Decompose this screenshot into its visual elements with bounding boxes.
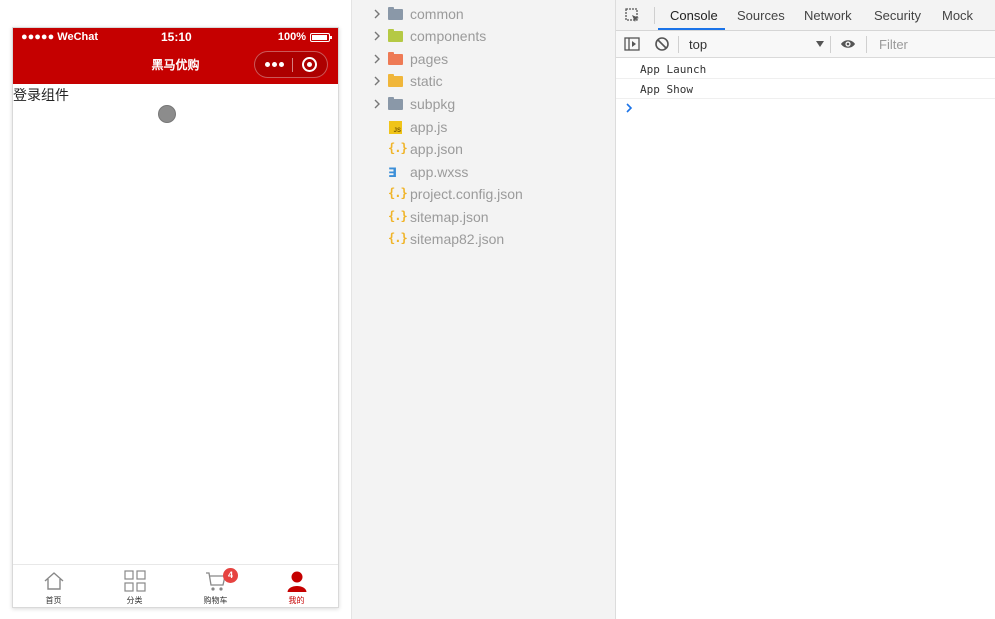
capsule-divider — [292, 58, 293, 72]
tab-cart[interactable]: 4 购物车 — [175, 565, 256, 607]
chevron-right-icon — [374, 9, 380, 19]
phone-frame: ●●●●● WeChat 15:10 100% 黑马优购 登录组件 首页 分类 … — [12, 27, 339, 608]
json-file-icon: {.} — [388, 231, 408, 245]
clear-console-icon[interactable] — [654, 36, 670, 52]
tree-item-label: sitemap82.json — [410, 231, 505, 247]
execution-context-select[interactable]: top — [684, 35, 826, 54]
console-message: App Launch — [616, 59, 995, 79]
components-folder-icon — [388, 29, 404, 43]
tree-item-label: components — [410, 28, 487, 44]
grid-icon — [124, 570, 146, 592]
tree-item-label: project.config.json — [410, 186, 523, 202]
tree-item-label: app.wxss — [410, 164, 469, 180]
status-bar: ●●●●● WeChat 15:10 100% — [13, 28, 338, 46]
console-message-text: App Launch — [640, 63, 707, 76]
close-target-icon[interactable] — [302, 57, 317, 72]
tab-label-my: 我的 — [288, 596, 305, 605]
dropdown-caret-icon — [816, 41, 824, 47]
tree-item-label: sitemap.json — [410, 209, 489, 225]
tab-sources[interactable]: Sources — [737, 8, 785, 23]
static-folder-icon — [388, 74, 404, 88]
tab-category[interactable]: 分类 — [94, 565, 175, 607]
chevron-right-icon — [374, 31, 380, 41]
tree-file-sitemap[interactable]: {.} sitemap.json — [352, 206, 615, 228]
pages-folder-icon — [388, 52, 404, 66]
tree-file-app-wxss[interactable]: ∃ app.wxss — [352, 161, 615, 183]
eye-icon[interactable] — [840, 36, 856, 52]
tab-my[interactable]: 我的 — [256, 565, 337, 607]
tree-file-sitemap82[interactable]: {.} sitemap82.json — [352, 228, 615, 250]
tab-bar: 首页 分类 4 购物车 我的 — [13, 564, 338, 607]
js-file-icon: JS — [388, 120, 404, 134]
file-explorer: common components pages static subpkg JS… — [351, 0, 615, 619]
tab-label-category: 分类 — [126, 596, 143, 605]
folder-icon — [388, 97, 404, 111]
tab-label-home: 首页 — [45, 596, 62, 605]
cart-badge: 4 — [223, 568, 238, 583]
tab-home[interactable]: 首页 — [13, 565, 94, 607]
tab-mock[interactable]: Mock — [942, 8, 973, 23]
tree-file-project-config[interactable]: {.} project.config.json — [352, 183, 615, 205]
tree-file-app-json[interactable]: {.} app.json — [352, 138, 615, 160]
json-file-icon: {.} — [388, 209, 408, 223]
active-tab-indicator — [658, 28, 725, 30]
tree-item-label: common — [410, 6, 464, 22]
tree-folder-pages[interactable]: pages — [352, 48, 615, 70]
battery-icon — [310, 33, 332, 42]
home-icon — [44, 572, 64, 590]
devtools-panel: Console Sources Network Security Mock to… — [615, 0, 995, 619]
context-value: top — [689, 37, 708, 52]
capsule-menu — [254, 51, 328, 78]
toolbar-divider — [678, 36, 679, 53]
tree-item-label: static — [410, 73, 443, 89]
tree-folder-common[interactable]: common — [352, 3, 615, 25]
toolbar-divider — [654, 7, 655, 24]
tab-network[interactable]: Network — [804, 8, 852, 23]
chevron-right-icon — [374, 76, 380, 86]
user-icon — [287, 571, 307, 592]
json-file-icon: {.} — [388, 186, 408, 200]
clock-label: 15:10 — [161, 30, 192, 44]
toolbar-divider — [866, 36, 867, 53]
tree-folder-static[interactable]: static — [352, 70, 615, 92]
folder-icon — [388, 7, 404, 21]
tree-item-label: pages — [410, 51, 449, 67]
touch-cursor-indicator — [158, 105, 176, 123]
chevron-right-icon — [374, 54, 380, 64]
css-file-icon: ∃ — [388, 165, 397, 180]
tree-file-app-js[interactable]: JS app.js — [352, 116, 615, 138]
console-prompt-icon[interactable] — [624, 101, 636, 115]
tab-console[interactable]: Console — [670, 8, 718, 23]
navigation-bar: ●●●●● WeChat 15:10 100% 黑马优购 — [13, 28, 338, 84]
screen: ●●●●● WeChat 15:10 100% 黑马优购 登录组件 首页 分类 … — [0, 0, 995, 619]
devtools-tab-strip: Console Sources Network Security Mock — [616, 0, 995, 31]
tab-security[interactable]: Security — [874, 8, 921, 23]
show-sidebar-icon[interactable] — [624, 36, 640, 52]
console-toolbar: top — [616, 31, 995, 58]
console-filter-input[interactable] — [873, 34, 995, 55]
simulator-panel: ●●●●● WeChat 15:10 100% 黑马优购 登录组件 首页 分类 … — [0, 0, 351, 619]
console-message-text: App Show — [640, 83, 693, 96]
tree-item-label: app.json — [410, 141, 463, 157]
inspect-element-icon[interactable] — [625, 8, 641, 24]
chevron-right-icon — [374, 99, 380, 109]
console-message: App Show — [616, 79, 995, 99]
carrier-label: ●●●●● WeChat — [21, 31, 99, 43]
more-dots-icon[interactable] — [263, 54, 287, 74]
tree-folder-subpkg[interactable]: subpkg — [352, 93, 615, 115]
tree-item-label: subpkg — [410, 96, 456, 112]
toolbar-divider — [830, 36, 831, 53]
json-file-icon: {.} — [388, 141, 408, 155]
tree-item-label: app.js — [410, 119, 448, 135]
page-content-text: 登录组件 — [13, 87, 69, 103]
battery-label: 100% — [277, 31, 306, 43]
tree-folder-components[interactable]: components — [352, 25, 615, 47]
tab-label-cart: 购物车 — [203, 596, 228, 605]
